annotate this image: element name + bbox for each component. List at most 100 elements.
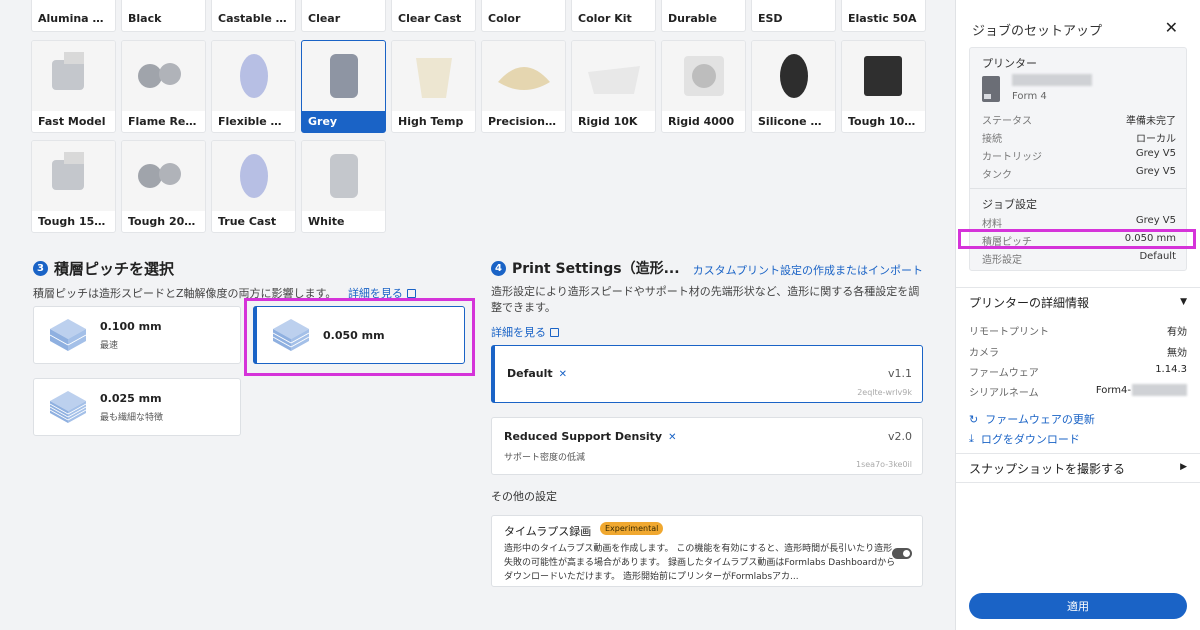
material-card[interactable]: True Cast [211,140,296,233]
material-card[interactable]: ESD [751,0,836,32]
remote-print-row: リモートプリント 有効 [969,323,1187,338]
setting-version: v1.1 [887,367,912,380]
material-label: Flame Reta... [128,115,205,128]
material-card[interactable]: White [301,140,386,233]
material-card[interactable]: Silicone 40A [751,40,836,133]
connection-key: 接続 [982,134,1002,145]
material-card[interactable]: Tough 1500 [31,140,116,233]
material-thumbnail [212,141,295,211]
material-card[interactable]: Clear Cast [391,0,476,32]
chevron-down-icon[interactable]: ▼ [1180,297,1187,307]
material-card[interactable]: Tough 1000 [841,40,926,133]
material-label: Tough 1500 [38,215,110,228]
cartridge-row: カートリッジ Grey V5 [982,148,1176,163]
pitch-subtitle: 最も繊細な特徴 [100,412,164,423]
pitch-option-0025[interactable]: 0.025 mm 最も繊細な特徴 [33,378,241,436]
material-thumbnail [662,41,745,111]
firmware-update-label: ファームウェアの更新 [985,413,1095,426]
material-card[interactable]: Color Kit [571,0,656,32]
printer-details-heading[interactable]: プリンターの詳細情報 [969,294,1089,311]
material-card[interactable]: Clear [301,0,386,32]
camera-row: カメラ 無効 [969,344,1187,359]
material-label: White [308,215,345,228]
material-label: Clear Cast [398,12,462,25]
serial-prefix: Form4- [1095,385,1131,396]
close-icon[interactable]: ✕ [1165,18,1178,37]
remote-print-key: リモートプリント [969,327,1049,338]
material-card[interactable]: Rigid 10K [571,40,656,133]
material-key: 材料 [982,219,1002,230]
highlight-annotation [244,298,475,376]
material-value: Grey V5 [1135,215,1176,226]
material-card[interactable]: Flame Reta... [121,40,206,133]
status-key: ステータス [982,116,1032,127]
material-label: Black [128,12,162,25]
pitch-subtitle: 最速 [100,340,119,351]
material-thumbnail [302,141,385,211]
panel-title: ジョブのセットアップ [972,24,1103,39]
material-card[interactable]: Precision M... [481,40,566,133]
cartridge-key: カートリッジ [982,152,1042,163]
layer-pitch-title: 積層ピッチを選択 [54,260,175,278]
other-settings-title: その他の設定 [491,490,557,503]
download-log-link[interactable]: ⤓ ログをダウンロード [969,431,1080,447]
setting-name-text: Default [507,367,553,380]
apply-button[interactable]: 適用 [969,593,1187,619]
material-thumbnail [212,41,295,111]
printer-icon [982,76,1000,102]
print-settings-title: Print Settings（造形... [512,261,680,277]
material-card[interactable]: Flexible 80A [211,40,296,133]
material-thumbnail [392,41,475,111]
serial-key: シリアルネーム [969,388,1039,399]
serial-value: Form4- [1096,384,1187,399]
print-setting-value: Default [1139,251,1176,262]
step-number-3: 3 [33,261,48,276]
remote-print-value: 有効 [1167,327,1187,338]
bolt-icon: ✕ [668,432,677,443]
snapshot-section[interactable]: スナップショットを撮影する ▶ [956,453,1200,483]
timelapse-toggle[interactable] [892,548,912,559]
material-label: Precision M... [488,115,565,128]
chevron-right-icon[interactable]: ▶ [1180,462,1187,472]
material-card[interactable]: Rigid 4000 [661,40,746,133]
material-label: Color [488,12,521,25]
material-card[interactable]: Grey [301,40,386,133]
material-thumbnail [752,41,835,111]
material-thumbnail [572,41,655,111]
material-label: True Cast [218,215,277,228]
material-card[interactable]: Castable W... [211,0,296,32]
layers-icon [49,391,87,423]
pitch-value: 0.100 mm [100,319,162,333]
external-link-icon [406,289,416,298]
timelapse-description: 造形中のタイムラプス動画を作成します。 この機能を有効にすると、造形時間が長引い… [504,544,896,582]
material-card[interactable]: High Temp [391,40,476,133]
material-label: Durable [668,12,717,25]
bolt-icon: ✕ [558,369,568,380]
firmware-key: ファームウェア [969,368,1039,379]
setting-reduced-support[interactable]: Reduced Support Density ✕ v2.0 サポート密度の低減 … [491,417,923,475]
material-card[interactable]: Color [481,0,566,32]
print-settings-detail-link[interactable]: 詳細を見る [491,324,923,340]
material-card[interactable]: Tough 2000 [121,140,206,233]
snapshot-heading[interactable]: スナップショットを撮影する [969,460,1125,477]
pitch-option-0100[interactable]: 0.100 mm 最速 [33,306,241,364]
material-card[interactable]: Elastic 50A [841,0,926,32]
job-settings-heading: ジョブ設定 [982,198,1037,211]
setting-default[interactable]: Default ✕ v1.1 2eqlte-wrlv9k [491,345,923,403]
material-card[interactable]: Alumina 4N [31,0,116,32]
material-card[interactable]: Fast Model [31,40,116,133]
custom-settings-link[interactable]: カスタムプリント設定の作成またはインポート [693,262,923,278]
print-settings-description: 造形設定により造形スピードやサポート材の先端形状など、造形に関する各種設定を調整… [491,285,920,314]
firmware-update-link[interactable]: ↻ ファームウェアの更新 [969,411,1095,427]
material-card[interactable]: Black [121,0,206,32]
serial-row: シリアルネーム Form4- [969,384,1187,399]
material-label: Tough 1000 [848,115,920,128]
connection-value: ローカル [1136,134,1176,145]
printer-details-section: プリンターの詳細情報 ▼ リモートプリント 有効 カメラ 無効 ファームウェア 1.1… [956,287,1200,452]
material-label: Color Kit [578,12,632,25]
material-card[interactable]: Durable [661,0,746,32]
material-label: ESD [758,12,783,25]
setting-name: Default ✕ [507,367,567,380]
material-label: Alumina 4N [38,12,110,25]
material-thumbnail [122,41,205,111]
